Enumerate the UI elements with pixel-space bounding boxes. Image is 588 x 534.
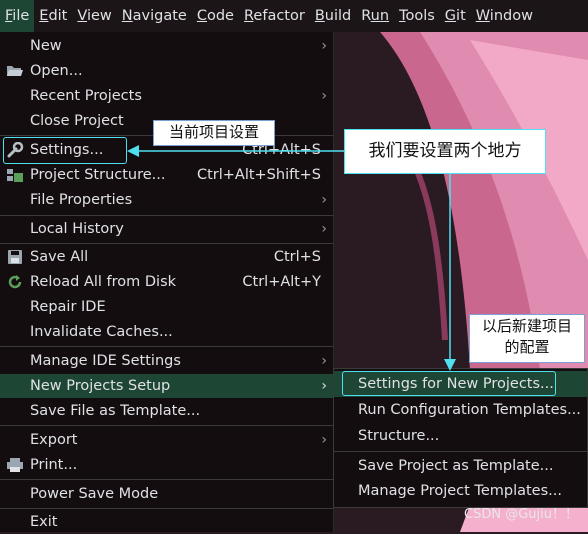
menu-run[interactable]: Run [356,0,394,32]
menu-separator [0,479,333,480]
menu-separator [0,425,333,426]
chevron-right-icon: › [321,192,327,208]
menu-separator [0,215,333,216]
save-icon [6,249,24,265]
menu-file[interactable]: File [0,0,35,32]
menu-refactor[interactable]: Refactor [239,0,310,32]
folder-open-icon [6,63,24,79]
menu-edit[interactable]: Edit [34,0,72,32]
chevron-right-icon: › [321,378,327,394]
menu-tools[interactable]: Tools [394,0,440,32]
menu-view[interactable]: View [72,0,116,32]
menu-item-local-history[interactable]: Local History › [0,217,333,241]
menu-item-save-all[interactable]: Save All Ctrl+S [0,245,333,269]
submenu-item-manage-project-templates[interactable]: Manage Project Templates... [334,478,587,504]
menu-item-save-file-as-template[interactable]: Save File as Template... [0,399,333,423]
menu-item-print[interactable]: Print... [0,453,333,477]
menu-code[interactable]: Code [192,0,239,32]
chevron-right-icon: › [321,38,327,54]
menu-navigate[interactable]: Navigate [117,0,192,32]
callout-current-project-settings: 当前项目设置 [153,120,275,146]
submenu-item-run-configuration-templates[interactable]: Run Configuration Templates... [334,397,587,423]
chevron-right-icon: › [321,221,327,237]
settings-highlight-box [3,137,127,164]
menu-separator [334,451,587,452]
chevron-right-icon: › [321,88,327,104]
chevron-right-icon: › [321,432,327,448]
menu-item-export[interactable]: Export › [0,428,333,452]
menu-window[interactable]: Window [471,0,538,32]
submenu-item-structure[interactable]: Structure... [334,423,587,449]
menu-item-power-save-mode[interactable]: Power Save Mode [0,482,333,506]
chevron-right-icon: › [321,353,327,369]
menu-item-new[interactable]: New › [0,34,333,58]
menu-bar: File Edit View Navigate Code Refactor Bu… [0,0,588,32]
callout-future-projects: 以后新建项目 的配置 [469,314,585,363]
printer-icon [6,457,24,473]
project-structure-icon [6,167,24,183]
submenu-item-save-project-as-template[interactable]: Save Project as Template... [334,453,587,479]
menu-item-recent-projects[interactable]: Recent Projects › [0,84,333,108]
menu-item-new-projects-setup[interactable]: New Projects Setup › [0,374,333,398]
menu-item-reload-all[interactable]: Reload All from Disk Ctrl+Alt+Y [0,270,333,294]
menu-separator [0,346,333,347]
menu-build[interactable]: Build [310,0,356,32]
menu-item-invalidate-caches[interactable]: Invalidate Caches... [0,320,333,344]
menu-git[interactable]: Git [440,0,471,32]
menu-separator [0,508,333,509]
menu-item-exit[interactable]: Exit [0,510,333,534]
watermark: CSDN @Gujiu！！ [464,507,578,522]
file-menu: New › Open... Recent Projects › Close Pr… [0,32,334,532]
menu-item-project-structure[interactable]: Project Structure... Ctrl+Alt+Shift+S [0,163,333,187]
menu-item-manage-ide-settings[interactable]: Manage IDE Settings › [0,349,333,373]
new-projects-settings-highlight-box [342,371,556,396]
refresh-icon [6,274,24,290]
menu-separator [0,243,333,244]
menu-item-file-properties[interactable]: File Properties › [0,188,333,212]
menu-item-repair-ide[interactable]: Repair IDE [0,295,333,319]
menu-item-open[interactable]: Open... [0,59,333,83]
callout-two-places: 我们要设置两个地方 [344,129,546,174]
